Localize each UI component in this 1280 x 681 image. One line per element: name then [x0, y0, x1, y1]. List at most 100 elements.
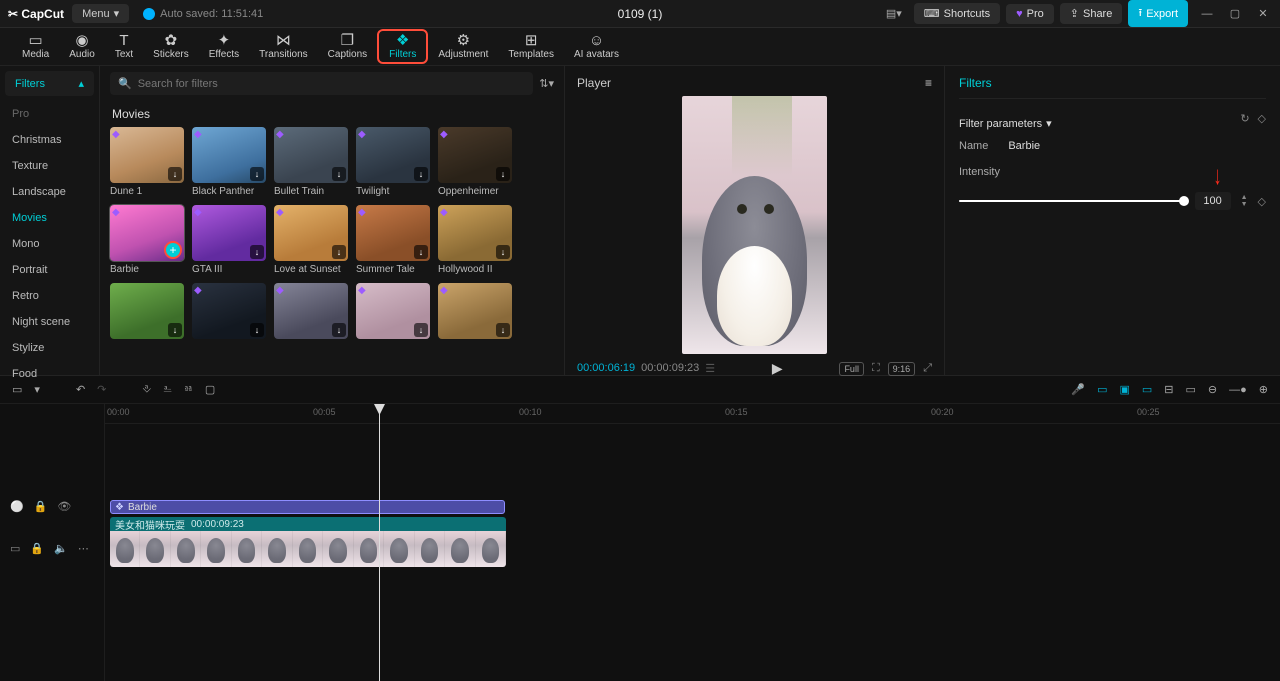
- cat-portrait[interactable]: Portrait: [0, 257, 99, 283]
- player-menu-icon[interactable]: ≡: [925, 76, 932, 90]
- track-video-icon[interactable]: ▭: [10, 542, 20, 555]
- keyframe-diamond-icon[interactable]: ◇: [1258, 112, 1266, 125]
- filter-thumb[interactable]: ◆↓Hollywood II: [438, 205, 512, 275]
- filter-thumb[interactable]: ◆↓Twilight: [356, 127, 430, 197]
- track-mute-icon[interactable]: 🔈: [54, 542, 68, 555]
- full-badge[interactable]: Full: [839, 362, 864, 376]
- mic-icon[interactable]: 🎤: [1071, 383, 1085, 396]
- filters-header[interactable]: Filters▴: [5, 71, 94, 96]
- download-icon[interactable]: ↓: [250, 323, 264, 337]
- magnet-on-icon[interactable]: ▭: [1097, 383, 1107, 396]
- cat-pro[interactable]: Pro: [0, 101, 99, 127]
- tab-media[interactable]: ▭Media: [12, 31, 59, 62]
- track-lock-icon[interactable]: 🔒: [34, 500, 48, 513]
- zoom-out-icon[interactable]: ⊖: [1208, 383, 1217, 396]
- cat-christmas[interactable]: Christmas: [0, 127, 99, 153]
- filter-thumb[interactable]: ◆↓GTA III: [192, 205, 266, 275]
- filter-thumb[interactable]: ◆↓Black Panther: [192, 127, 266, 197]
- tab-captions[interactable]: ❐Captions: [318, 31, 377, 62]
- list-icon[interactable]: ☰: [705, 362, 715, 375]
- download-icon[interactable]: ↓: [250, 167, 264, 181]
- intensity-stepper[interactable]: ▲▼: [1241, 194, 1248, 208]
- fullscreen-icon[interactable]: ⤢: [923, 362, 932, 375]
- window-minimize[interactable]: —: [1198, 5, 1216, 23]
- track-visible-icon[interactable]: 👁: [57, 500, 71, 513]
- track-lock-icon[interactable]: 🔒: [30, 542, 44, 555]
- player-canvas[interactable]: [577, 96, 932, 354]
- tab-ai-avatars[interactable]: ☺AI avatars: [564, 31, 629, 62]
- download-icon[interactable]: ↓: [496, 167, 510, 181]
- sort-icon[interactable]: ⇅▾: [539, 77, 554, 90]
- filter-thumb[interactable]: ◆↓Dune 1: [110, 127, 184, 197]
- zoom-in-icon[interactable]: ⊕: [1259, 383, 1268, 396]
- window-close[interactable]: ✕: [1254, 5, 1272, 23]
- pro-button[interactable]: ♥Pro: [1006, 4, 1054, 24]
- playhead[interactable]: [379, 404, 380, 681]
- download-icon[interactable]: ↓: [414, 245, 428, 259]
- window-maximize[interactable]: ▢: [1226, 5, 1244, 23]
- chevron-down-icon[interactable]: ▾: [34, 383, 40, 396]
- filter-thumb[interactable]: ◆↓Oppenheimer: [438, 127, 512, 197]
- tab-adjustment[interactable]: ⚙Adjustment: [428, 31, 498, 62]
- slider-knob[interactable]: [1179, 196, 1189, 206]
- tab-effects[interactable]: ✦Effects: [199, 31, 249, 62]
- filter-thumb[interactable]: ◆↓: [274, 283, 348, 342]
- menu-button[interactable]: Menu▾: [72, 4, 129, 23]
- download-icon[interactable]: ↓: [414, 323, 428, 337]
- share-button[interactable]: ⇪Share: [1060, 3, 1123, 24]
- filter-thumb[interactable]: ◆↓: [356, 283, 430, 342]
- cat-landscape[interactable]: Landscape: [0, 179, 99, 205]
- reset-icon[interactable]: ↻: [1240, 112, 1249, 125]
- download-icon[interactable]: ↓: [332, 167, 346, 181]
- zoom-slider-icon[interactable]: —●: [1229, 384, 1247, 396]
- download-icon[interactable]: ↓: [332, 245, 346, 259]
- monitor-icon[interactable]: ▭: [1186, 383, 1196, 396]
- download-icon[interactable]: ↓: [332, 323, 346, 337]
- filter-thumb[interactable]: ◆↓Bullet Train: [274, 127, 348, 197]
- cat-mono[interactable]: Mono: [0, 231, 99, 257]
- cat-texture[interactable]: Texture: [0, 153, 99, 179]
- filter-thumb[interactable]: ↓: [110, 283, 184, 342]
- filter-thumb[interactable]: ◆↓Summer Tale: [356, 205, 430, 275]
- track-filter-icon[interactable]: ⚪: [10, 500, 24, 513]
- props-section[interactable]: Filter parameters▾: [959, 117, 1052, 130]
- add-to-timeline-icon[interactable]: +: [164, 241, 182, 259]
- tab-filters[interactable]: ❖Filters: [377, 29, 428, 64]
- preview-track-icon[interactable]: ⊟: [1164, 383, 1173, 396]
- pointer-tool-icon[interactable]: ▭: [12, 383, 22, 396]
- layout-icon[interactable]: ▤▾: [886, 7, 902, 20]
- track-more-icon[interactable]: ⋯: [78, 542, 89, 555]
- tab-transitions[interactable]: ⋈Transitions: [249, 31, 318, 62]
- cat-stylize[interactable]: Stylize: [0, 335, 99, 361]
- timeline-ruler[interactable]: 00:00 00:05 00:10 00:15 00:20 00:25: [105, 404, 1280, 424]
- undo-icon[interactable]: ↶: [76, 383, 85, 396]
- download-icon[interactable]: ↓: [250, 245, 264, 259]
- timeline-tracks[interactable]: 00:00 00:05 00:10 00:15 00:20 00:25 ✎ Co…: [105, 404, 1280, 681]
- filter-thumb[interactable]: ◆+Barbie: [110, 205, 184, 275]
- intensity-slider[interactable]: [959, 200, 1185, 202]
- export-button[interactable]: ⭱Export: [1128, 0, 1188, 27]
- filter-thumb[interactable]: ◆↓Love at Sunset: [274, 205, 348, 275]
- filter-clip[interactable]: ❖ Barbie: [110, 500, 505, 514]
- video-clip[interactable]: 美女和猫咪玩耍 00:00:09:23: [110, 517, 506, 567]
- tab-stickers[interactable]: ✿Stickers: [143, 31, 199, 62]
- search-input[interactable]: 🔍Search for filters: [110, 72, 533, 95]
- cat-night-scene[interactable]: Night scene: [0, 309, 99, 335]
- download-icon[interactable]: ↓: [496, 245, 510, 259]
- download-icon[interactable]: ↓: [496, 323, 510, 337]
- split-right-icon[interactable]: ⎂: [184, 383, 193, 396]
- cat-retro[interactable]: Retro: [0, 283, 99, 309]
- filter-thumb[interactable]: ◆↓: [192, 283, 266, 342]
- split-icon[interactable]: ⎀: [142, 383, 151, 396]
- keyframe-diamond-icon[interactable]: ◇: [1258, 195, 1266, 208]
- delete-icon[interactable]: ▢: [205, 383, 215, 396]
- redo-icon[interactable]: ↷: [97, 383, 106, 396]
- download-icon[interactable]: ↓: [414, 167, 428, 181]
- tab-templates[interactable]: ⊞Templates: [498, 31, 564, 62]
- download-icon[interactable]: ↓: [168, 167, 182, 181]
- download-icon[interactable]: ↓: [168, 323, 182, 337]
- play-button[interactable]: ▶: [772, 360, 783, 377]
- tab-text[interactable]: TText: [105, 31, 143, 62]
- link-icon[interactable]: ▣: [1119, 383, 1129, 396]
- tab-audio[interactable]: ◉Audio: [59, 31, 105, 62]
